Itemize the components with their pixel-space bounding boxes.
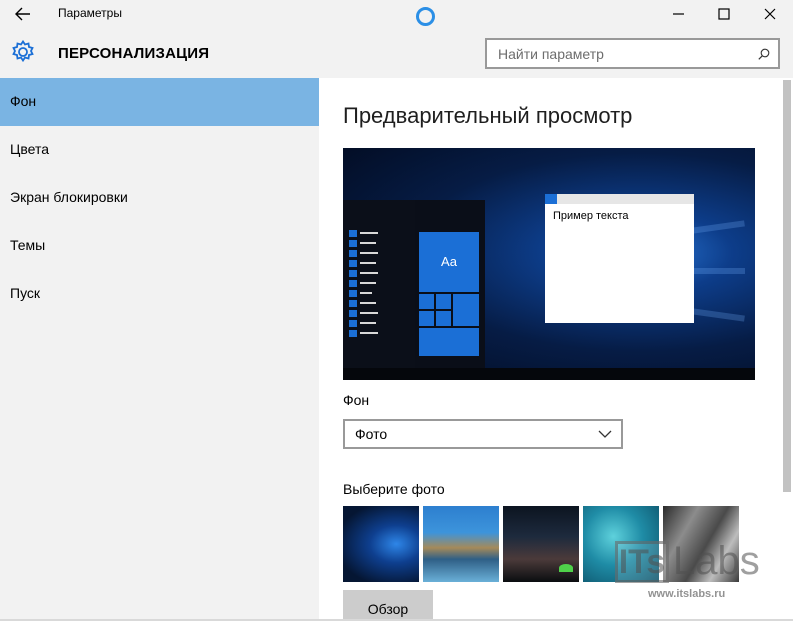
sidebar-item-themes[interactable]: Темы	[0, 222, 319, 270]
app-list-line	[360, 262, 376, 264]
chevron-down-icon	[598, 430, 612, 438]
app-list-icon	[349, 250, 357, 257]
browse-button[interactable]: Обзор	[343, 590, 433, 621]
search-icon[interactable]	[758, 48, 770, 60]
app-list-icon	[349, 310, 357, 317]
background-type-dropdown[interactable]: Фото	[343, 419, 623, 449]
watermark-logo-box: ITs	[615, 541, 669, 583]
app-list-line	[360, 292, 372, 294]
preview-sample-text: Пример текста	[553, 210, 629, 222]
preview-small-tile	[436, 311, 451, 326]
preview-start-list	[343, 200, 415, 368]
app-list-icon	[349, 240, 357, 247]
app-list-icon	[349, 300, 357, 307]
preview-taskbar	[343, 368, 755, 380]
app-list-line	[360, 232, 378, 234]
preview-window-titlebar	[545, 194, 694, 204]
gear-icon	[12, 39, 34, 63]
app-list-icon	[349, 260, 357, 267]
page-title: ПЕРСОНАЛИЗАЦИЯ	[58, 45, 210, 62]
minimize-button[interactable]	[656, 0, 702, 28]
search-input[interactable]	[487, 40, 747, 67]
preview-small-tile	[419, 328, 479, 356]
watermark-url: www.itslabs.ru	[648, 588, 726, 600]
app-list-line	[360, 242, 376, 244]
background-type-value: Фото	[355, 426, 388, 442]
preview-window-accent	[545, 194, 557, 204]
search-box[interactable]	[485, 38, 780, 69]
close-icon	[764, 8, 776, 20]
app-list-line	[360, 282, 376, 284]
choose-photo-label: Выберите фото	[343, 481, 445, 497]
app-list-icon	[349, 270, 357, 277]
photo-thumbnail-beach-rocks[interactable]	[423, 506, 499, 582]
vertical-scrollbar[interactable]	[781, 78, 793, 621]
sidebar-item-background[interactable]: Фон	[0, 78, 319, 126]
preview-small-tile	[419, 294, 434, 309]
preview-live-tile: Aa	[419, 232, 479, 292]
maximize-button[interactable]	[701, 0, 747, 28]
photo-thumbnail-windows-hero[interactable]	[343, 506, 419, 582]
maximize-icon	[718, 8, 730, 20]
close-button[interactable]	[747, 0, 793, 28]
scrollbar-thumb[interactable]	[783, 80, 791, 492]
preview-small-tile	[419, 311, 434, 326]
back-button[interactable]	[8, 4, 38, 24]
app-list-line	[360, 302, 376, 304]
preview-small-tile	[436, 294, 451, 309]
preview-small-tile	[453, 294, 479, 326]
background-label: Фон	[343, 392, 370, 408]
desktop-preview: Aa Пример текста	[343, 148, 755, 380]
app-list-icon	[349, 290, 357, 297]
app-list-line	[360, 332, 378, 334]
cortana-icon	[416, 7, 435, 26]
sidebar: Фон Цвета Экран блокировки Темы Пуск	[0, 78, 319, 621]
title-bar: Параметры	[0, 0, 793, 28]
settings-header: ПЕРСОНАЛИЗАЦИЯ	[0, 28, 793, 78]
sidebar-item-colors[interactable]: Цвета	[0, 126, 319, 174]
watermark-logo-word: Labs	[673, 539, 760, 583]
app-list-line	[360, 272, 378, 274]
app-list-line	[360, 312, 378, 314]
app-list-icon	[349, 230, 357, 237]
sidebar-item-start[interactable]: Пуск	[0, 270, 319, 318]
minimize-icon	[673, 13, 684, 15]
tent-glow	[559, 564, 573, 572]
photo-thumbnail-night-sky-tent[interactable]	[503, 506, 579, 582]
back-arrow-icon	[15, 7, 30, 21]
sidebar-item-lock-screen[interactable]: Экран блокировки	[0, 174, 319, 222]
app-title: Параметры	[58, 6, 122, 20]
app-list-icon	[349, 280, 357, 287]
preview-heading: Предварительный просмотр	[343, 103, 633, 128]
app-list-icon	[349, 330, 357, 337]
app-list-icon	[349, 320, 357, 327]
app-list-line	[360, 252, 378, 254]
app-list-line	[360, 322, 376, 324]
preview-window: Пример текста	[545, 194, 694, 323]
